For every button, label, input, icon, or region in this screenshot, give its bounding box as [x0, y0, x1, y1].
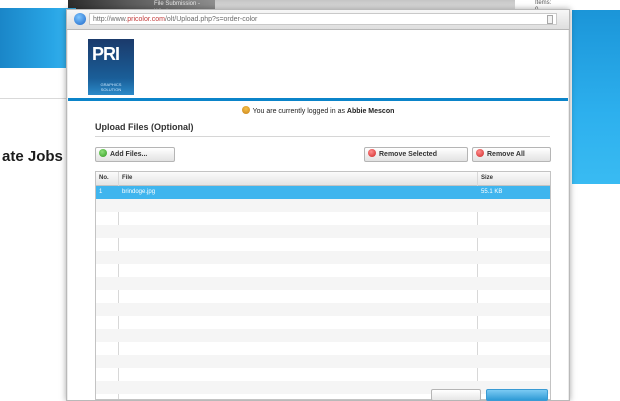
header-file[interactable]: File: [119, 172, 477, 185]
add-files-label: Add Files...: [110, 151, 148, 158]
add-files-button[interactable]: Add Files...: [95, 147, 175, 162]
table-row[interactable]: [96, 199, 550, 212]
table-row[interactable]: [96, 225, 550, 238]
cell-no: 1: [99, 189, 103, 195]
table-row[interactable]: [96, 251, 550, 264]
browser-page-icon: [74, 13, 86, 25]
logo-subtext: GRAPHICS SOLUTION: [100, 82, 122, 92]
table-row[interactable]: [96, 355, 550, 368]
table-row[interactable]: [96, 277, 550, 290]
table-row[interactable]: [96, 329, 550, 342]
user-icon: [241, 106, 250, 114]
background-page-title: ate Jobs: [2, 148, 63, 165]
url-field[interactable]: http://www.pricolor.com/olt/Upload.php?s…: [89, 13, 557, 25]
company-logo: PRI GRAPHICS SOLUTION: [88, 39, 134, 95]
table-row[interactable]: [96, 342, 550, 355]
file-list-grid: No. File Size 1 brindoge.jpg 55.1 KB: [95, 171, 551, 400]
remove-selected-label: Remove Selected: [379, 151, 437, 158]
popup-content: PRI GRAPHICS SOLUTION You are currently …: [68, 30, 568, 400]
upload-popup-window: http://www.pricolor.com/olt/Upload.php?s…: [66, 9, 570, 401]
table-row[interactable]: [96, 303, 550, 316]
table-row[interactable]: [96, 264, 550, 277]
cell-size: 55.1 KB: [481, 189, 503, 195]
background-title-strip: ate Jobs: [0, 72, 76, 165]
table-row[interactable]: [96, 238, 550, 251]
table-row[interactable]: [96, 290, 550, 303]
background-header-band: [0, 8, 76, 68]
remove-all-label: Remove All: [487, 151, 525, 158]
url-text: http://www.pricolor.com/olt/Upload.php?s…: [93, 16, 258, 23]
table-row[interactable]: 1 brindoge.jpg 55.1 KB: [96, 186, 550, 199]
table-row[interactable]: [96, 368, 550, 381]
login-prefix: You are currently logged in as: [252, 108, 345, 115]
login-user-name: Abbie Mescon: [346, 108, 395, 115]
logo-mark: PRI: [92, 44, 120, 64]
section-title: Upload Files (Optional): [95, 122, 194, 132]
table-row[interactable]: [96, 212, 550, 225]
remove-selected-button[interactable]: Remove Selected: [364, 147, 468, 162]
back-button[interactable]: [431, 389, 481, 401]
section-divider: [95, 136, 550, 137]
cell-file: brindoge.jpg: [122, 189, 156, 195]
remove-icon: [368, 149, 376, 157]
background-side-band: [572, 10, 620, 184]
background-cart-summary: Items: 0 Total: $0.00: [215, 0, 551, 27]
address-bar: http://www.pricolor.com/olt/Upload.php?s…: [67, 10, 569, 30]
login-status: You are currently logged in as Abbie Mes…: [68, 106, 568, 115]
remove-icon: [476, 149, 484, 157]
header-divider: [68, 98, 568, 101]
table-row[interactable]: [96, 316, 550, 329]
header-size[interactable]: Size: [478, 172, 550, 185]
table-row[interactable]: [96, 381, 550, 394]
grid-header: No. File Size: [96, 172, 550, 186]
add-icon: [99, 149, 107, 157]
url-dropdown-icon[interactable]: [547, 15, 553, 24]
header-no[interactable]: No.: [96, 172, 118, 185]
next-button[interactable]: [486, 389, 548, 401]
remove-all-button[interactable]: Remove All: [472, 147, 551, 162]
